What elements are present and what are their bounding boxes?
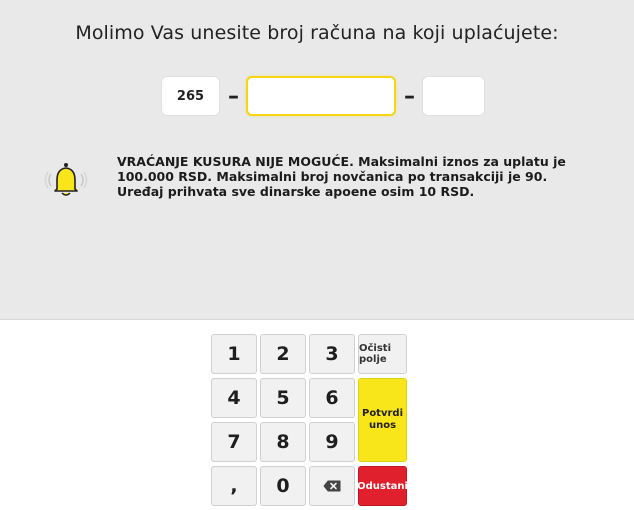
key-8[interactable]: 8 [260, 422, 306, 462]
backspace-button[interactable] [309, 466, 355, 506]
key-1[interactable]: 1 [211, 334, 257, 374]
clear-field-button[interactable]: Očisti polje [358, 334, 407, 374]
account-separator: – [404, 84, 415, 109]
key-0[interactable]: 0 [260, 466, 306, 506]
key-3[interactable]: 3 [309, 334, 355, 374]
notice-text: VRAĆANJE KUSURA NIJE MOGUĆE. Maksimalni … [117, 154, 567, 199]
payment-screen: Molimo Vas unesite broj računa na koji u… [0, 0, 634, 510]
confirm-label-line: unos [368, 420, 397, 431]
account-separator: – [228, 84, 239, 109]
cancel-button[interactable]: Odustani [357, 466, 408, 506]
confirm-label-line: Potvrdi [361, 408, 403, 419]
key-5[interactable]: 5 [260, 378, 306, 418]
notice-line: Uređaj prihvata sve dinarske apoene osim… [117, 184, 475, 199]
key-9[interactable]: 9 [309, 422, 355, 462]
notice-line: 100.000 RSD. Maksimalni broj novčanica p… [117, 169, 548, 184]
input-panel: Molimo Vas unesite broj računa na koji u… [0, 0, 634, 320]
notice-line: VRAĆANJE KUSURA NIJE MOGUĆE. Maksimalni … [117, 154, 566, 169]
key-6[interactable]: 6 [309, 378, 355, 418]
page-title: Molimo Vas unesite broj računa na koji u… [75, 22, 559, 44]
key-4[interactable]: 4 [211, 378, 257, 418]
account-prefix-field[interactable]: 265 [161, 76, 220, 116]
account-suffix-field[interactable] [422, 76, 485, 116]
key-2[interactable]: 2 [260, 334, 306, 374]
key-7[interactable]: 7 [211, 422, 257, 462]
bell-icon [42, 160, 90, 200]
backspace-icon [323, 480, 341, 492]
key-comma[interactable]: , [211, 466, 257, 506]
confirm-entry-button[interactable]: Potvrdi unos [358, 378, 407, 462]
numeric-keypad: 1 2 3 Očisti polje 4 5 6 Potvrdi unos 7 … [0, 320, 634, 510]
account-main-field[interactable] [246, 76, 396, 116]
